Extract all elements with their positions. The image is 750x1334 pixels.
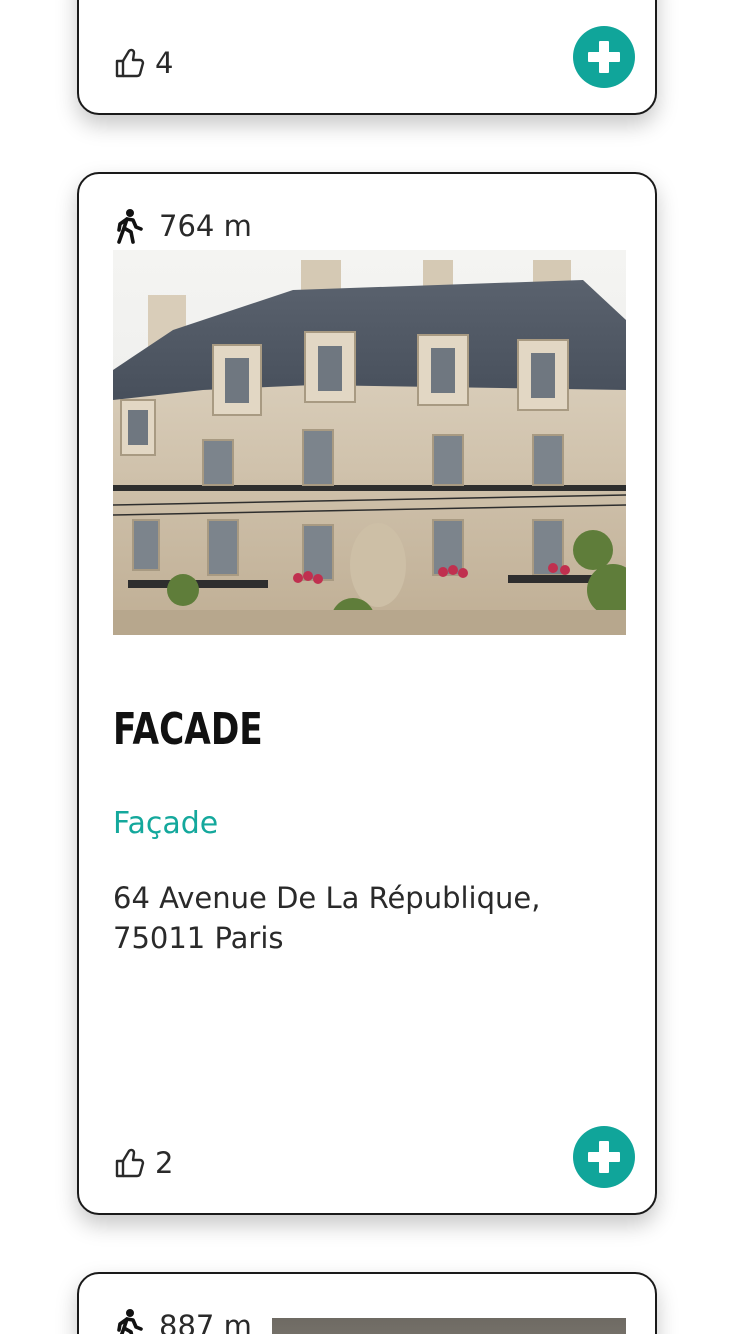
places-feed: 4 764 m FACADE Façade 64 Avenue De La Ré… <box>0 0 750 1334</box>
plus-icon <box>588 41 620 73</box>
place-card[interactable]: 764 m FACADE Façade 64 Avenue De La Répu… <box>77 172 657 1215</box>
place-title[interactable]: FACADE <box>113 704 263 755</box>
likes-counter[interactable]: 2 <box>113 1146 173 1180</box>
likes-counter[interactable]: 4 <box>113 46 173 80</box>
place-category[interactable]: Façade <box>113 806 218 841</box>
likes-count: 2 <box>155 1146 174 1180</box>
pedestrian-icon <box>117 1309 143 1334</box>
place-card[interactable]: 887 m <box>77 1272 657 1334</box>
distance-value: 887 m <box>159 1309 252 1334</box>
place-photo[interactable] <box>113 250 626 635</box>
place-card[interactable]: 4 <box>77 0 657 115</box>
thumbs-up-icon <box>115 1148 145 1178</box>
place-photo[interactable] <box>269 1318 626 1334</box>
distance-label: 887 m <box>113 1302 272 1334</box>
likes-count: 4 <box>155 46 174 80</box>
thumbs-up-icon <box>115 48 145 78</box>
add-button[interactable] <box>573 26 635 88</box>
building-facade-image <box>113 250 626 635</box>
pedestrian-icon <box>117 209 143 244</box>
distance-label: 764 m <box>113 202 272 250</box>
place-address: 64 Avenue De La République, 75011 Paris <box>113 881 541 955</box>
add-button[interactable] <box>573 1126 635 1188</box>
distance-value: 764 m <box>159 209 252 243</box>
plus-icon <box>588 1141 620 1173</box>
